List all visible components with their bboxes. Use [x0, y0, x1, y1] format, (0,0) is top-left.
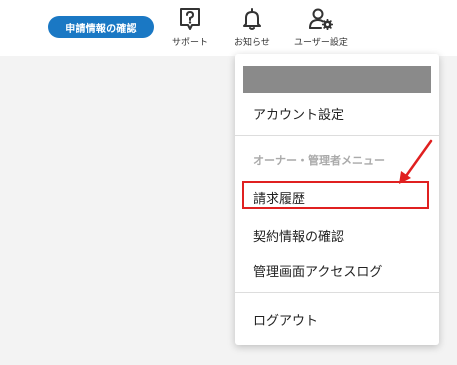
bell-icon — [242, 8, 261, 30]
menu-item-logout[interactable]: ログアウト — [253, 310, 318, 329]
menu-item-contract-info[interactable]: 契約情報の確認 — [253, 226, 344, 245]
user-settings-label: ユーザー設定 — [294, 38, 348, 48]
menu-item-account-settings[interactable]: アカウント設定 — [253, 104, 344, 123]
menu-divider — [235, 292, 439, 293]
menu-section-label: オーナー・管理者メニュー — [253, 154, 385, 167]
notice-nav[interactable]: お知らせ — [234, 6, 270, 48]
user-dropdown-menu: アカウント設定 オーナー・管理者メニュー 請求履歴 契約情報の確認 管理画面アク… — [235, 54, 439, 345]
support-label: サポート — [172, 38, 209, 48]
user-gear-icon — [308, 8, 333, 30]
notice-label: お知らせ — [234, 38, 270, 48]
application-info-button[interactable]: 申請情報の確認 — [48, 16, 154, 38]
menu-divider — [235, 135, 439, 136]
menu-item-admin-access-log[interactable]: 管理画面アクセスログ — [253, 261, 382, 280]
help-box-icon — [180, 8, 200, 30]
user-settings-nav[interactable]: ユーザー設定 — [294, 6, 348, 48]
support-nav[interactable]: サポート — [172, 6, 208, 48]
menu-item-billing-history[interactable]: 請求履歴 — [253, 188, 305, 207]
user-name-placeholder — [243, 66, 431, 93]
top-bar: 申請情報の確認 サポート お知らせ ユーザー設定 — [0, 0, 457, 56]
